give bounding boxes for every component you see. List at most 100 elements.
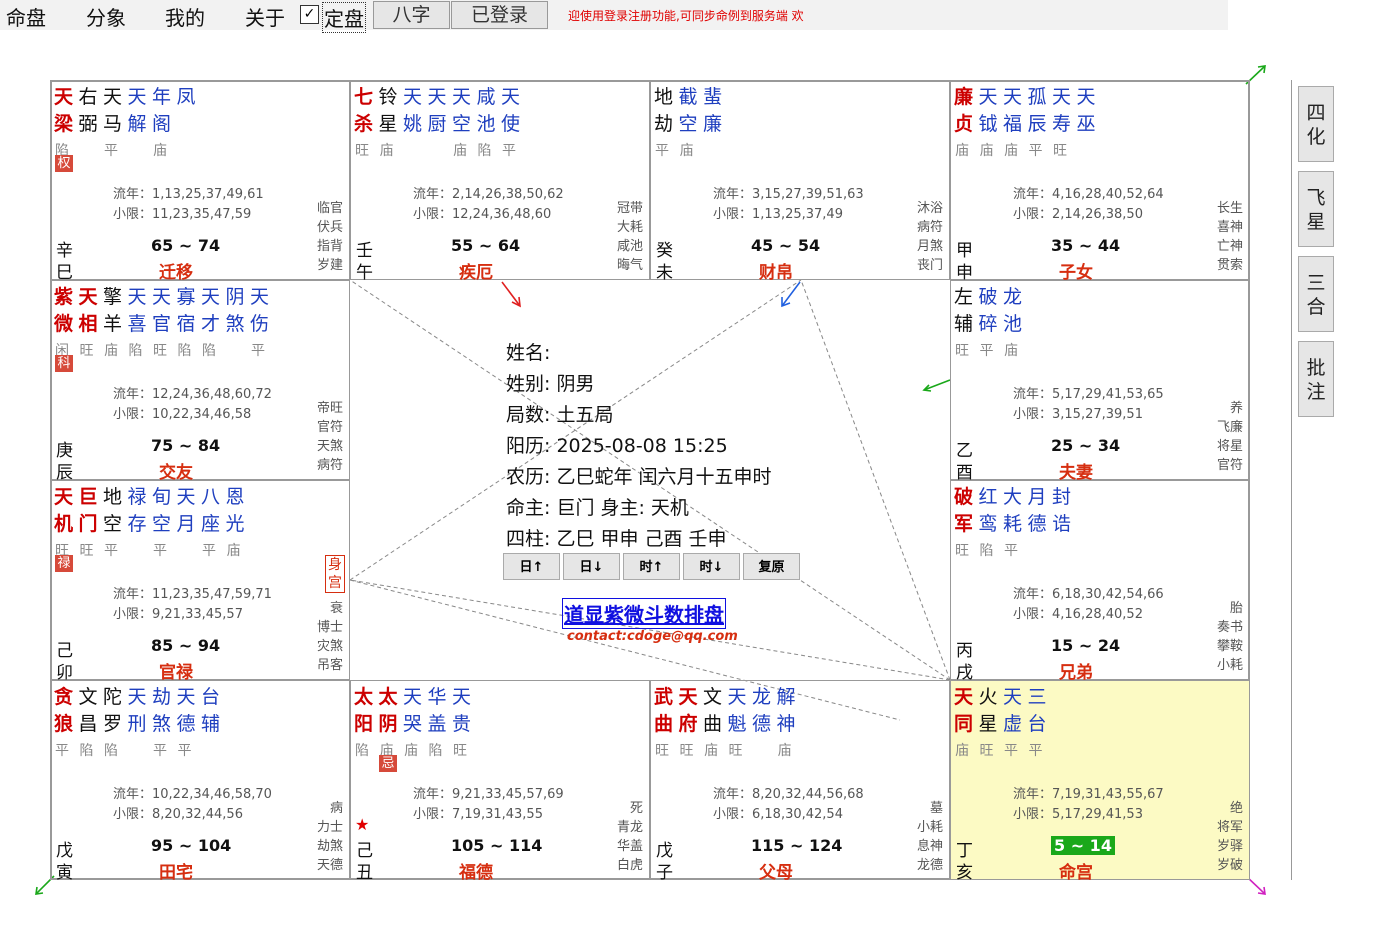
menu-mingpan[interactable]: 命盘 [6, 2, 46, 31]
god-name: 岁建 [316, 258, 343, 273]
star-brightness: 陷 [128, 343, 143, 359]
star-char: 阴 [225, 286, 245, 308]
xiaoxian-text: 小限：9,21,33,45,57 [113, 607, 243, 622]
star-misc: 年阁 [152, 84, 176, 137]
brand-link[interactable]: 道显紫微斗数排盘 [562, 598, 726, 629]
god-name: 死 [629, 801, 643, 816]
hour-up-button[interactable]: 时↑ [623, 553, 680, 580]
god-list: 养飞廉 将星 官符 [1217, 399, 1243, 475]
star-misc: 红鸾 [979, 484, 1003, 537]
star-main: 天府 [679, 684, 703, 737]
palace-you[interactable]: 左辅破碎龙池旺平庙流年：5,17,29,41,53,65 小限：3,15,27,3… [950, 280, 1250, 483]
star-misc: 天姚 [403, 84, 427, 137]
star-misc: 咸池 [477, 84, 501, 137]
star-misc: 禄存 [128, 484, 152, 537]
palace-si[interactable]: 天梁右弼天马天解年阁凤陷平庙权流年：1,13,25,37,49,61 小限：11,… [50, 80, 350, 283]
star-char: 辅 [201, 713, 221, 735]
star-main: 贪狼 [54, 684, 78, 737]
daxian-range: 25 ~ 34 [1051, 436, 1121, 455]
info-ju: 局数: 土五局 [506, 404, 614, 426]
god-list: 长生 喜神 亡神 贯索 [1217, 199, 1243, 275]
feixing-button[interactable]: 飞星 [1298, 171, 1334, 247]
star-char: 廉 [703, 113, 723, 135]
pizhu-button[interactable]: 批注 [1298, 341, 1334, 417]
star-brightness: 平 [502, 143, 516, 159]
god-list: 病力士 劫煞 天德 [317, 799, 343, 875]
star-char: 厨 [427, 113, 447, 135]
palace-mao[interactable]: 天机巨门地空禄存旬空天月八座恩光旺旺平平平庙禄身宫 流年：11,23,35,47,… [50, 480, 350, 683]
god-name: 小耗 [1216, 658, 1243, 673]
star-main: 太阴 [379, 684, 403, 737]
star-char: 煞 [152, 713, 172, 735]
palace-xu[interactable]: 破军红鸾大耗月德封诰旺陷平流年：6,18,30,42,54,66 小限：4,16,… [950, 480, 1250, 683]
god-list: 胎奏书 攀鞍 小耗 [1217, 599, 1243, 675]
star-list: 破军红鸾大耗月德封诰旺陷平 [954, 484, 1248, 559]
star-brightness: 庙 [153, 143, 167, 159]
star-char: 池 [476, 113, 496, 135]
sihua-badge: 科 [55, 355, 73, 372]
star-char: 天 [1003, 86, 1023, 108]
star-char: 碎 [978, 313, 998, 335]
star-char: 封 [1052, 486, 1072, 508]
star-misc: 孤辰 [1028, 84, 1052, 137]
sihua-button[interactable]: 四化 [1298, 86, 1334, 162]
star-char: 天 [250, 286, 270, 308]
hour-down-button[interactable]: 时↓ [683, 553, 740, 580]
star-brightness: 庙 [679, 143, 694, 159]
star-brightness: 陷 [979, 543, 994, 559]
star-misc: 天刑 [128, 684, 152, 737]
day-up-button[interactable]: 日↑ [503, 553, 560, 580]
star-char: 右 [78, 86, 98, 108]
daxian-range: 5 ~ 14 [1051, 836, 1115, 855]
day-down-button[interactable]: 日↓ [563, 553, 620, 580]
star-misc: 天喜 [128, 284, 152, 337]
reset-button[interactable]: 复原 [743, 553, 800, 580]
god-name: 吊客 [316, 658, 343, 673]
god-list: 衰博士 灾煞 吊客 [317, 599, 343, 675]
god-list: 冠带 大耗 咸池 晦气 [617, 199, 643, 275]
fixed-chart-checkbox[interactable]: ✓ [300, 5, 319, 24]
star-mark-icon: ★ [355, 815, 370, 834]
daxian-range: 65 ~ 74 [151, 236, 221, 255]
menu-wode[interactable]: 我的 [165, 2, 205, 31]
palace-hai[interactable]: 天同火星天虚三台庙旺平平流年：7,19,31,43,55,67 小限：5,17,2… [950, 680, 1250, 883]
star-list: 七杀铃星天姚天厨天空咸池天使旺庙庙陷平 [354, 84, 648, 159]
god-list: 绝将军 岁驿 岁破 [1217, 799, 1243, 875]
bazi-button[interactable]: 八字 [373, 1, 450, 29]
star-main: 破军 [954, 484, 978, 537]
menu-fenxiang[interactable]: 分象 [86, 2, 126, 31]
star-brightness: 庙 [104, 343, 118, 359]
star-misc: 天空 [452, 84, 476, 137]
palace-shen[interactable]: 廉贞天钺天福孤辰天寿天巫庙庙庙平旺流年：4,16,28,40,52,64 小限：2… [950, 80, 1250, 283]
sihua-badge: 忌 [379, 755, 397, 772]
palace-wu[interactable]: 七杀铃星天姚天厨天空咸池天使旺庙庙陷平流年：2,14,26,38,50,62 小限… [350, 80, 650, 283]
palace-zi[interactable]: 武曲天府文曲天魁龙德解神旺旺庙旺庙流年：8,20,32,44,56,68 小限：6… [650, 680, 950, 883]
palace-wei[interactable]: 地劫截空蜚廉平庙流年：3,15,27,39,51,63 小限：1,13,25,37… [650, 80, 950, 283]
liunian-text: 流年：5,17,29,41,53,65 [1013, 387, 1164, 402]
sanhe-button[interactable]: 三合 [1298, 256, 1334, 332]
star-main: 廉贞 [954, 84, 978, 137]
fixed-chart-label[interactable]: 定盘 [322, 2, 366, 33]
star-char: 天 [427, 86, 447, 108]
palace-chen[interactable]: 紫微天相擎羊天喜天官寡宿天才阴煞天伤闲旺庙陷旺陷陷平科流年：12,24,36,4… [50, 280, 350, 483]
god-list: 死青龙 华盖 白虎 [617, 799, 643, 875]
palace-chou[interactable]: 太阳太阴天哭华盖天贵陷庙庙陷旺忌流年：9,21,33,45,57,69 小限：7,… [350, 680, 650, 883]
xiaoxian-text: 小限：10,22,34,46,58 [113, 407, 252, 422]
star-char: 才 [201, 313, 221, 335]
star-char: 梁 [54, 113, 74, 135]
star-list: 廉贞天钺天福孤辰天寿天巫庙庙庙平旺 [954, 84, 1248, 159]
palace-yin[interactable]: 贪狼文昌陀罗天刑劫煞天德台辅平陷陷平平流年：10,22,34,46,58,70 小… [50, 680, 350, 883]
star-char: 微 [54, 313, 74, 335]
star-char: 门 [78, 513, 98, 535]
liunian-text: 流年：8,20,32,44,56,68 [713, 787, 864, 802]
star-misc: 天才 [201, 284, 225, 337]
login-button[interactable]: 已登录 [451, 1, 548, 29]
god-name: 将星 [1216, 439, 1243, 454]
star-brightness: 旺 [79, 343, 94, 359]
star-brightness: 旺 [453, 743, 467, 759]
menu-guanyu[interactable]: 关于 [245, 2, 285, 31]
star-minor: 天马 [103, 84, 127, 137]
star-char: 武 [654, 686, 674, 708]
star-misc: 台辅 [201, 684, 225, 737]
star-char: 天 [403, 86, 423, 108]
